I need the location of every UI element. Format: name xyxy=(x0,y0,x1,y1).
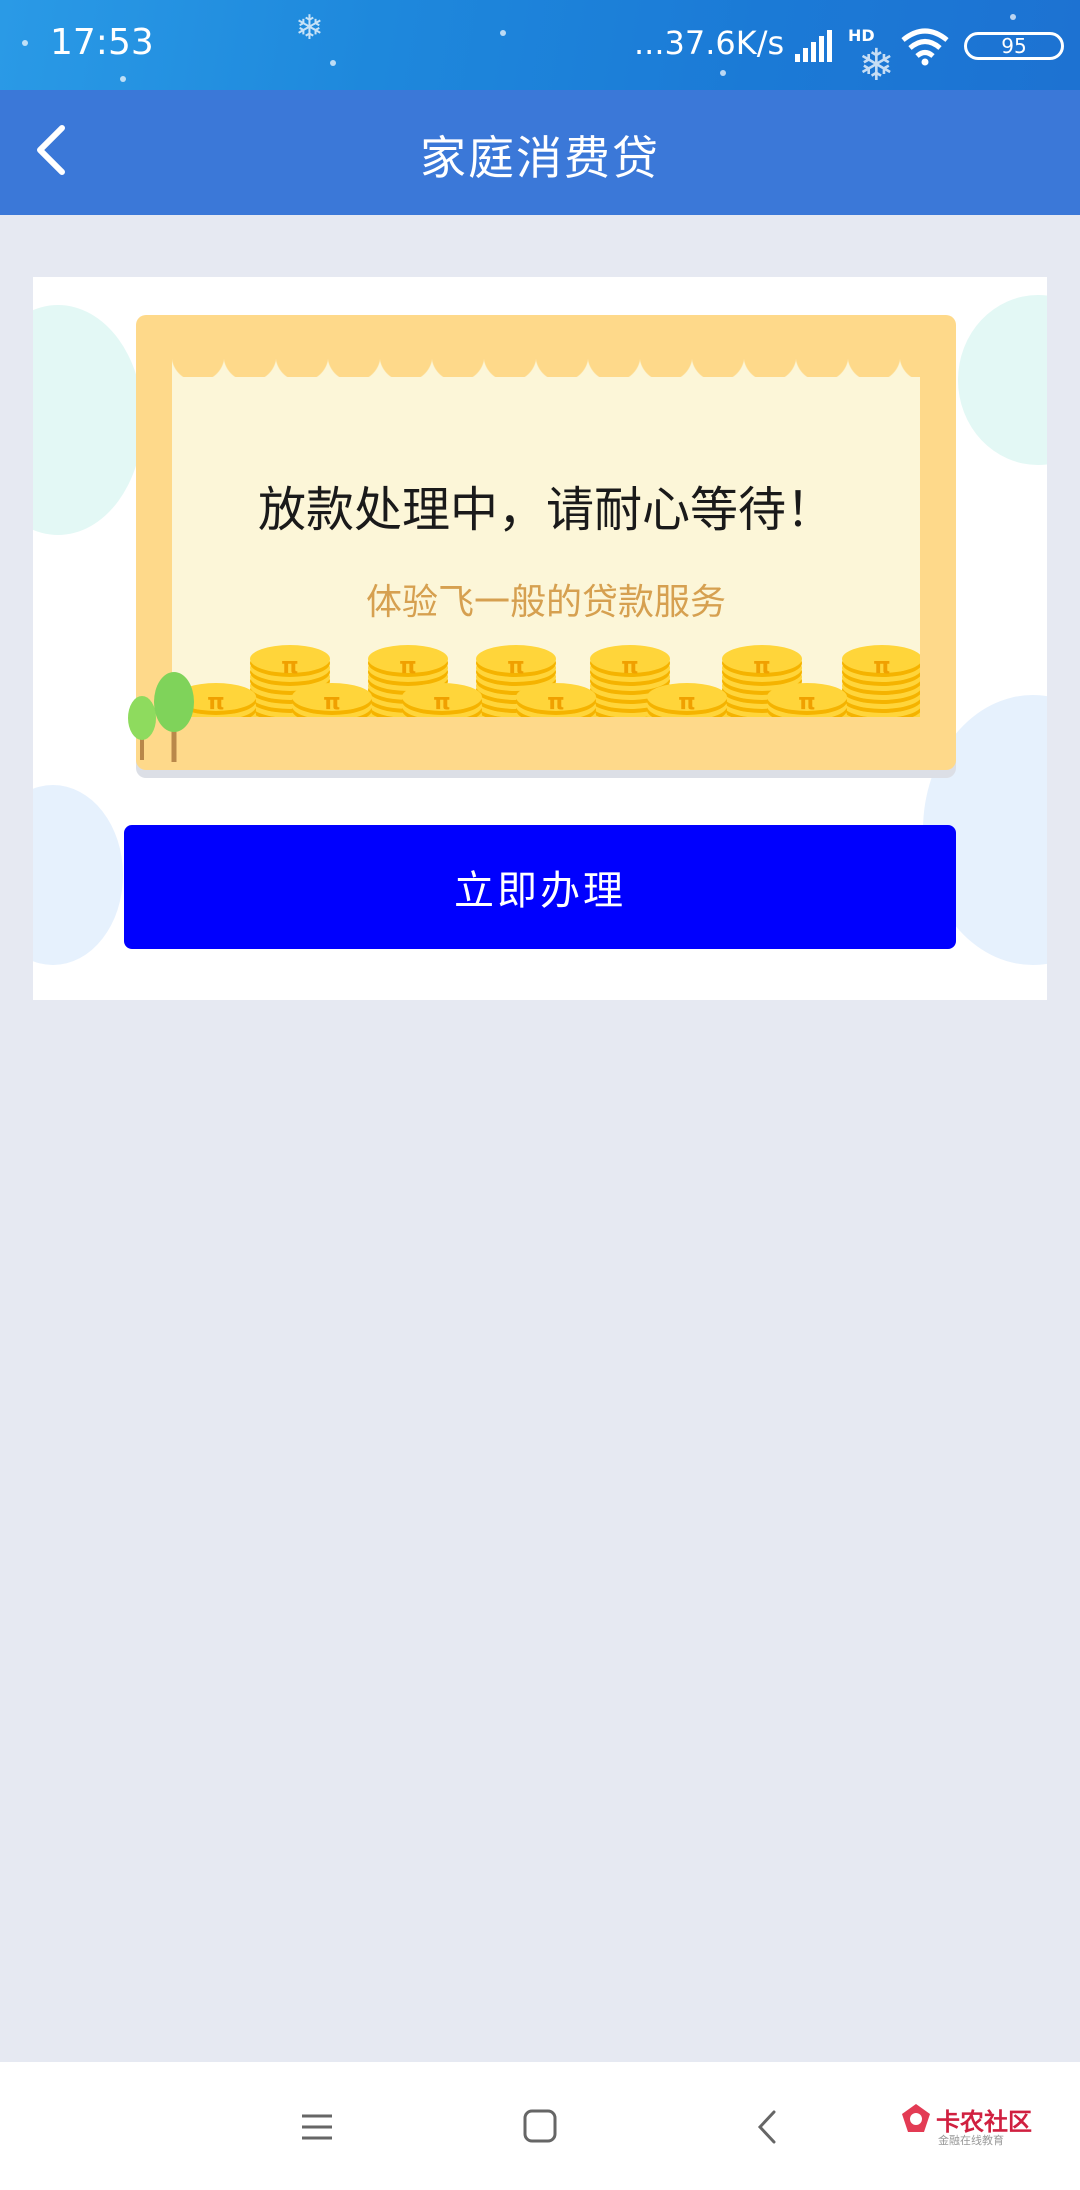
status-banner: 放款处理中，请耐心等待！ 体验飞一般的贷款服务 π π π π π π π π … xyxy=(128,315,956,770)
snowflake-icon: ❄ xyxy=(858,40,895,90)
network-speed: ...37.6K/s xyxy=(634,24,785,62)
apply-now-button[interactable]: 立即办理 xyxy=(124,825,956,949)
coin-symbol: π xyxy=(433,690,450,715)
decorative-circle xyxy=(33,785,123,965)
banner-panel: 放款处理中，请耐心等待！ 体验飞一般的贷款服务 π π π π π π π π … xyxy=(172,355,920,717)
watermark-tagline: 金融在线教育 xyxy=(938,2134,1004,2147)
coin-symbol: π xyxy=(678,690,695,715)
divider xyxy=(33,255,1047,277)
banner-subtitle: 体验飞一般的贷款服务 xyxy=(365,582,726,623)
title-bar: 家庭消费贷 xyxy=(0,90,1080,215)
back-chevron-icon[interactable] xyxy=(752,2108,782,2146)
divider xyxy=(33,1000,1047,1020)
coin-stack-icon: π π π π π π π π π π π π xyxy=(176,645,920,717)
snowflake-icon: ❄ xyxy=(295,8,324,48)
watermark-logo: 卡农社区 金融在线教育 xyxy=(900,2102,1032,2147)
tree-icon xyxy=(128,672,194,762)
coin-symbol: π xyxy=(399,654,416,679)
coin-symbol: π xyxy=(547,690,564,715)
coin-symbol: π xyxy=(281,654,298,679)
content-card: 放款处理中，请耐心等待！ 体验飞一般的贷款服务 π π π π π π π π … xyxy=(33,255,1047,1020)
coin-symbol: π xyxy=(507,654,524,679)
home-square-icon[interactable] xyxy=(522,2108,558,2144)
scallop-edge xyxy=(172,355,920,377)
coin-symbol: π xyxy=(621,654,638,679)
decorative-circle xyxy=(958,295,1047,465)
coin-symbol: π xyxy=(798,690,815,715)
status-time: 17:53 xyxy=(50,22,154,63)
banner-headline: 放款处理中，请耐心等待！ xyxy=(257,482,834,538)
wifi-icon xyxy=(901,28,949,66)
coin-symbol: π xyxy=(753,654,770,679)
coin-symbol: π xyxy=(207,690,224,715)
status-bar: ❄ ❄ 17:53 ...37.6K/s HD 95 xyxy=(0,0,1080,90)
system-nav-bar: 卡农社区 金融在线教育 xyxy=(0,2062,1080,2190)
decorative-circle xyxy=(33,305,143,535)
menu-icon[interactable] xyxy=(300,2110,334,2144)
coin-symbol: π xyxy=(323,690,340,715)
hd-label: HD xyxy=(848,26,875,45)
page-title: 家庭消费贷 xyxy=(420,131,660,185)
kanong-logo-icon xyxy=(902,2104,930,2132)
battery-indicator: 95 xyxy=(964,32,1064,60)
signal-icon xyxy=(795,30,832,62)
coin-symbol: π xyxy=(873,654,890,679)
